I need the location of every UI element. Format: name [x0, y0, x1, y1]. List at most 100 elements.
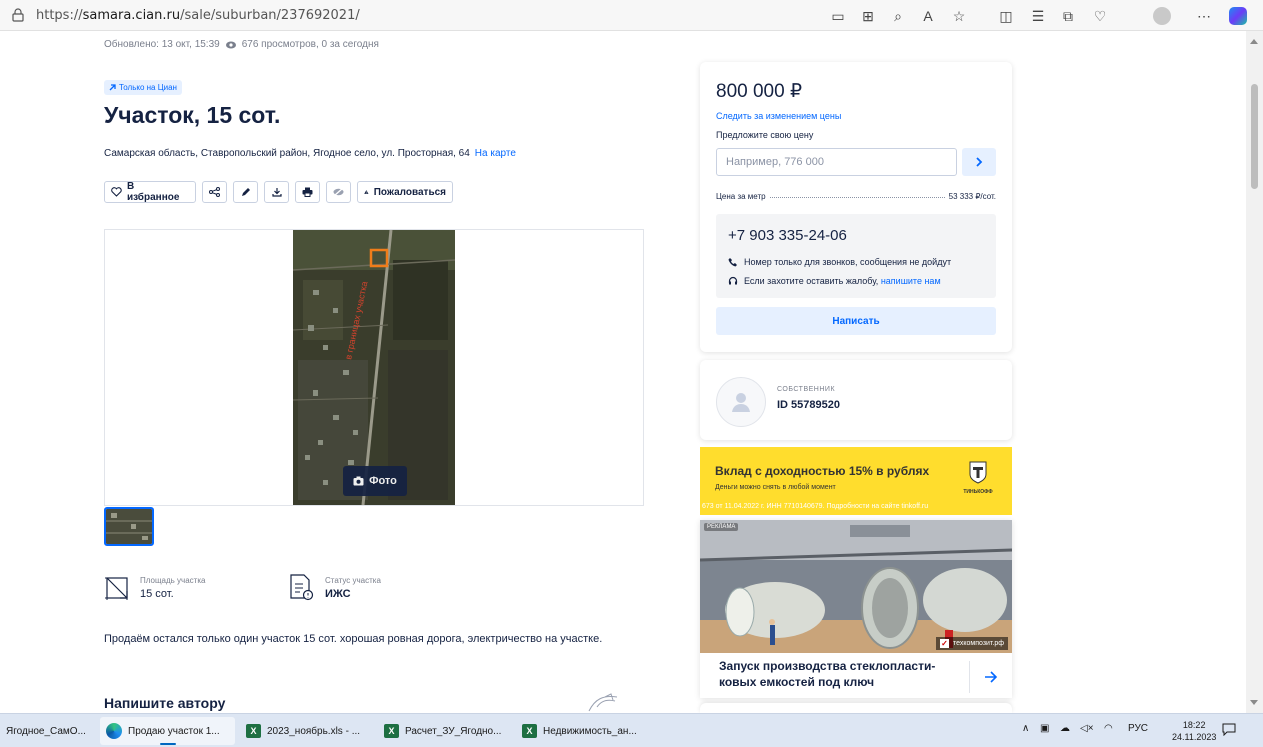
- favorite-star-icon[interactable]: ☆: [949, 6, 969, 26]
- submit-offer-button[interactable]: [962, 148, 996, 176]
- scroll-up-arrow[interactable]: [1250, 39, 1258, 44]
- address: Самарская область, Ставропольский район,…: [104, 148, 516, 159]
- badge-label: Только на Циан: [119, 83, 177, 92]
- favorites-bar-icon[interactable]: ☰: [1028, 6, 1048, 26]
- hide-listing-button[interactable]: [326, 181, 351, 203]
- listing-description: Продаём остался только один участок 15 с…: [104, 633, 603, 645]
- price-per-meter-value: 53 333 ₽/сот.: [948, 192, 996, 201]
- scroll-thumb[interactable]: [1251, 84, 1258, 189]
- view-count: 676 просмотров, 0 за сегодня: [241, 39, 379, 50]
- phone-block: +7 903 335-24-06 Номер только для звонко…: [716, 214, 996, 298]
- excel-icon: X: [246, 724, 261, 738]
- price-per-meter-label: Цена за метр: [716, 192, 766, 201]
- print-button[interactable]: [295, 181, 320, 203]
- avatar[interactable]: [716, 377, 766, 427]
- factory-ad-image: [700, 520, 1012, 653]
- follow-price-link[interactable]: Следить за изменением цены: [716, 111, 841, 121]
- printer-icon: [302, 187, 313, 197]
- collections-icon[interactable]: ⧉: [1058, 6, 1078, 26]
- offer-price-input[interactable]: [716, 148, 957, 176]
- complain-button[interactable]: Пожаловаться: [357, 181, 453, 203]
- onedrive-icon[interactable]: ☁: [1060, 723, 1070, 734]
- dotted-leader: [769, 197, 945, 198]
- photo-gallery[interactable]: в границах участка Фото: [104, 229, 644, 506]
- camera-icon: [353, 476, 364, 486]
- owner-role: СОБСТВЕННИК: [777, 386, 836, 393]
- more-menu-icon[interactable]: ⋯: [1194, 6, 1214, 26]
- price-card: 800 000 ₽ Следить за изменением цены Пре…: [700, 62, 1012, 352]
- scroll-down-arrow[interactable]: [1250, 700, 1258, 705]
- phone-number[interactable]: +7 903 335-24-06: [728, 227, 847, 244]
- address-text: Самарская область, Ставропольский район,…: [104, 148, 470, 159]
- add-to-favorites-button[interactable]: В избранное: [104, 181, 196, 203]
- windows-taskbar: Ягодное_СамО... Продаю участок 1... X 202…: [0, 713, 1263, 747]
- complaint-text: Если захотите оставить жалобу,: [744, 276, 879, 286]
- heart-icon: [111, 187, 122, 197]
- updated-date: Обновлено: 13 окт, 15:39: [104, 39, 220, 50]
- profile-avatar[interactable]: [1153, 7, 1171, 25]
- apps-icon[interactable]: ⊞: [858, 6, 878, 26]
- feature-status-value: ИЖС: [325, 588, 351, 600]
- write-message-button[interactable]: Написать: [716, 307, 996, 335]
- write-us-link[interactable]: напишите нам: [881, 276, 941, 286]
- photo-thumbnail[interactable]: [104, 507, 154, 546]
- notifications-icon[interactable]: [1222, 723, 1236, 736]
- calls-only-text: Номер только для звонков, сообщения не д…: [744, 257, 952, 267]
- browser-essentials-icon[interactable]: ♡: [1090, 6, 1110, 26]
- tinkoff-ad-banner[interactable]: Вклад с доходностью 15% в рублях Деньги …: [700, 447, 1012, 515]
- page-info-icon[interactable]: [12, 8, 24, 22]
- page-title: Участок, 15 сот.: [104, 102, 281, 128]
- input-language[interactable]: РУС: [1128, 723, 1148, 734]
- system-clock[interactable]: 18:22 24.11.2023: [1172, 719, 1216, 743]
- share-icon: [209, 187, 220, 197]
- tray-device-icon[interactable]: ▣: [1040, 723, 1049, 734]
- eye-icon: [225, 41, 236, 48]
- copilot-icon[interactable]: [1229, 7, 1247, 25]
- taskbar-item[interactable]: X Расчет_ЗУ_Ягодно...: [378, 717, 507, 745]
- taskbar-item[interactable]: Ягодное_СамО...: [0, 717, 92, 745]
- wifi-icon[interactable]: ◠: [1104, 723, 1113, 734]
- volume-icon[interactable]: ◁×: [1080, 723, 1094, 734]
- taskbar-item-active[interactable]: Продаю участок 1...: [100, 717, 235, 745]
- arrow-right-icon: [985, 671, 998, 683]
- active-indicator: [159, 743, 176, 745]
- taskbar-item[interactable]: X 2023_ноябрь.xls - ...: [240, 717, 366, 745]
- feature-status-label: Статус участка: [325, 576, 381, 585]
- feature-area: Площадь участка 15 сот.: [104, 573, 205, 601]
- pencil-icon: [241, 188, 250, 196]
- write-author-heading: Напишите автору: [104, 695, 226, 711]
- next-card-edge: [700, 703, 1012, 713]
- ad-title: Запуск производства стеклопласти-ковых е…: [719, 659, 936, 689]
- on-map-link[interactable]: На карте: [475, 148, 516, 159]
- area-icon: [105, 577, 128, 600]
- owner-id[interactable]: ID 55789520: [777, 399, 840, 411]
- ad-open-button[interactable]: [969, 661, 1012, 693]
- thumbnail-image: [106, 509, 152, 544]
- split-screen-icon[interactable]: ◫: [996, 6, 1016, 26]
- address-bar[interactable]: https://samara.cian.ru/sale/suburban/237…: [36, 8, 360, 23]
- action-toolbar: В избранное Пожаловаться: [104, 181, 453, 203]
- tinkoff-logo-text: ТИНЬКОФФ: [963, 489, 993, 495]
- tray-chevron-icon[interactable]: ∧: [1022, 723, 1029, 734]
- ad-legal-text: 673 от 11.04.2022 г. ИНН 7710140679. Под…: [700, 503, 1012, 515]
- price: 800 000 ₽: [716, 81, 803, 102]
- taskbar-item[interactable]: X Недвижимость_ан...: [516, 717, 643, 745]
- ad-subtext: Деньги можно снять в любой момент: [715, 484, 836, 491]
- share-button[interactable]: [202, 181, 227, 203]
- open-photos-button[interactable]: Фото: [343, 466, 407, 496]
- owner-card: СОБСТВЕННИК ID 55789520: [700, 360, 1012, 440]
- ad-headline: Вклад с доходностью 15% в рублях: [715, 464, 930, 478]
- favorite-label: В избранное: [126, 181, 180, 203]
- price-per-meter: Цена за метр 53 333 ₽/сот.: [716, 192, 1012, 201]
- main-photo[interactable]: в границах участка: [293, 230, 455, 505]
- download-button[interactable]: [264, 181, 289, 203]
- factory-ad-card[interactable]: РЕКЛАМА ✓ техкомпозит.рф Запуск производс…: [700, 520, 1012, 698]
- edit-note-button[interactable]: [233, 181, 258, 203]
- read-aloud-icon[interactable]: A: [918, 6, 938, 26]
- reading-view-icon[interactable]: ▭: [828, 6, 848, 26]
- page-scrollbar[interactable]: [1246, 31, 1263, 713]
- check-icon: ✓: [940, 639, 950, 648]
- feature-area-value: 15 сот.: [140, 588, 174, 600]
- headset-icon: [728, 276, 738, 285]
- zoom-icon[interactable]: ⌕: [888, 6, 908, 26]
